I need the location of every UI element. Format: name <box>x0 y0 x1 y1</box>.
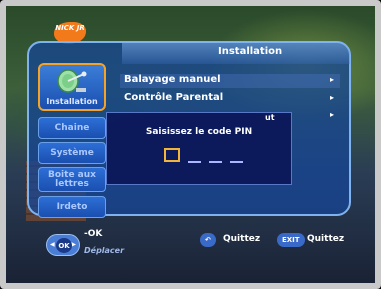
menu-item-controle-parental[interactable]: Contrôle Parental <box>124 92 223 103</box>
channel-logo-text: NICK JR <box>55 24 85 32</box>
sidebar-item-boite-aux-lettres[interactable]: Boite aux lettres <box>38 167 106 192</box>
arrow-right-icon: ▶ <box>71 241 76 248</box>
pin-dialog: Saisissez le code PIN <box>106 112 292 185</box>
sidebar-item-label: Chaine <box>54 122 90 133</box>
back-key[interactable]: ↶ <box>200 233 216 247</box>
pin-digit-4 <box>230 161 243 163</box>
sidebar-item-label: Système <box>50 147 94 158</box>
ok-hint: -OK <box>84 229 103 239</box>
menu-item-balayage-manuel[interactable]: Balayage manuel <box>124 74 221 85</box>
back-hint: Quittez <box>223 234 261 244</box>
sidebar-item-systeme[interactable]: Système <box>38 142 106 164</box>
arrow-right-icon: ▸ <box>330 93 335 102</box>
dialog-title: Saisissez le code PIN <box>145 127 253 137</box>
pin-digit-3 <box>209 161 222 163</box>
menu-item-partial: ut <box>265 113 275 122</box>
sidebar-item-label: Installation <box>46 97 98 106</box>
arrow-right-icon: ▸ <box>330 75 335 84</box>
exit-hint: Quittez <box>307 234 345 244</box>
exit-key[interactable]: EXIT <box>277 233 305 247</box>
sidebar-item-label: Boite aux lettres <box>48 169 96 189</box>
back-icon: ↶ <box>205 236 211 244</box>
pin-digit-2 <box>188 161 201 163</box>
pin-digit-1[interactable] <box>164 148 180 162</box>
move-hint: Déplacer <box>84 246 125 255</box>
arrow-right-icon: ▸ <box>330 110 335 119</box>
panel-title: Installation <box>218 46 283 57</box>
sidebar-item-installation[interactable]: Installation <box>38 63 106 111</box>
exit-key-label: EXIT <box>282 236 300 244</box>
sidebar-item-irdeto[interactable]: Irdeto <box>38 196 106 218</box>
ok-dpad-icon: ◀ ▶ OK <box>46 234 80 256</box>
satellite-dish-icon <box>54 68 90 94</box>
ok-key: OK <box>56 238 72 253</box>
sidebar-item-label: Irdeto <box>56 201 88 212</box>
sidebar-item-chaine[interactable]: Chaine <box>38 117 106 139</box>
arrow-left-icon: ◀ <box>50 241 55 248</box>
pin-input[interactable] <box>164 148 254 164</box>
